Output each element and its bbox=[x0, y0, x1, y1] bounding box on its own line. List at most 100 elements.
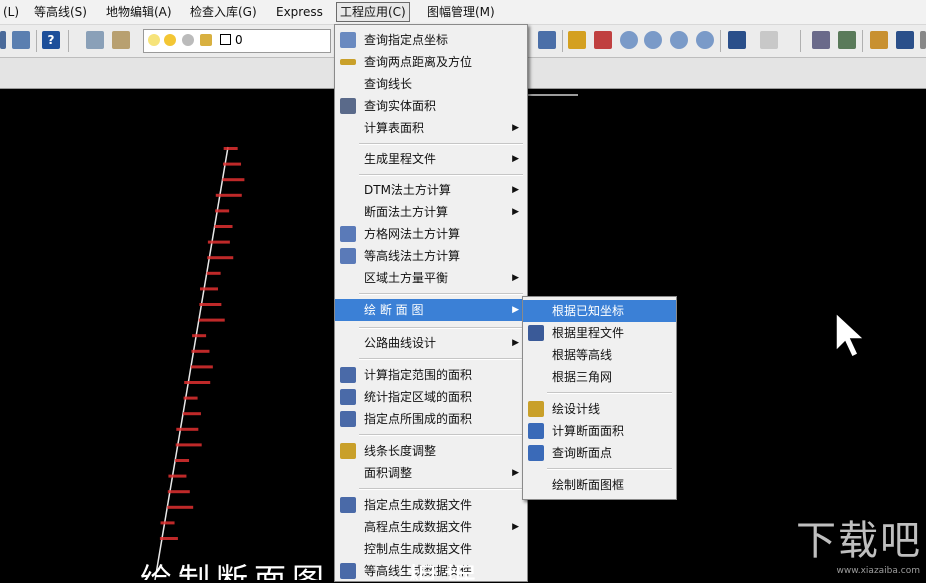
grid-icon[interactable] bbox=[838, 31, 856, 49]
zoom-realtime-icon[interactable] bbox=[620, 31, 638, 49]
ruler-icon bbox=[340, 59, 356, 65]
publish-icon[interactable] bbox=[12, 31, 30, 49]
color-swatch-icon bbox=[220, 34, 231, 45]
menu-control-data-file[interactable]: 控制点生成数据文件 bbox=[335, 538, 527, 560]
range-area-icon bbox=[340, 367, 356, 383]
zoom-window-icon[interactable] bbox=[644, 31, 662, 49]
help-icon[interactable]: ? bbox=[42, 31, 60, 49]
menu-query-distance-bearing[interactable]: 查询两点距离及方位 bbox=[335, 51, 527, 73]
submenu-arrow-icon: ▶ bbox=[512, 305, 519, 315]
elevation-point-label bbox=[175, 459, 190, 462]
bulb-icon bbox=[148, 34, 160, 46]
menu-bar: (L) 等高线(S) 地物编辑(A) 检查入库(G) Express 工程应用(… bbox=[0, 0, 926, 25]
submenu-arrow-icon: ▶ bbox=[512, 338, 519, 348]
menu-item-feature-edit[interactable]: 地物编辑(A) bbox=[103, 3, 175, 21]
submenu-by-known-coordinates[interactable]: 根据已知坐标 bbox=[523, 300, 676, 322]
design-line-icon bbox=[528, 401, 544, 417]
menu-stat-region-area[interactable]: 统计指定区域的面积 bbox=[335, 386, 527, 408]
menu-point-data-file[interactable]: 指定点生成数据文件 bbox=[335, 494, 527, 516]
menu-elevation-data-file[interactable]: 高程点生成数据文件 ▶ bbox=[335, 516, 527, 538]
sun-icon bbox=[164, 34, 176, 46]
elevation-point-label bbox=[191, 349, 210, 353]
menu-dtm-earthwork[interactable]: DTM法土方计算 ▶ bbox=[335, 179, 527, 201]
menu-calc-range-area[interactable]: 计算指定范围的面积 bbox=[335, 364, 527, 386]
menu-contour-earthwork[interactable]: 等高线法土方计算 bbox=[335, 245, 527, 267]
elevation-point-label bbox=[214, 225, 233, 228]
elevation-point-label bbox=[215, 209, 230, 213]
enclosed-area-icon bbox=[340, 411, 356, 427]
submenu-draw-design-line[interactable]: 绘设计线 bbox=[523, 398, 676, 420]
undo-icon[interactable] bbox=[728, 31, 746, 49]
elevation-point-label bbox=[176, 427, 199, 431]
submenu-by-mileage-file[interactable]: 根据里程文件 bbox=[523, 322, 676, 344]
pencil-icon[interactable] bbox=[568, 31, 586, 49]
elevation-point-label bbox=[207, 240, 230, 244]
elevation-point-label bbox=[167, 490, 190, 494]
menu-item-l[interactable]: (L) bbox=[0, 3, 22, 21]
line-adjust-icon bbox=[340, 443, 356, 459]
coordinate-icon bbox=[340, 32, 356, 48]
elevation-point-label bbox=[207, 256, 234, 260]
engineering-dropdown-menu: 查询指定点坐标 查询两点距离及方位 查询线长 查询实体面积 计算表面积 ▶ 生成里… bbox=[334, 24, 528, 582]
menu-query-point-coordinate[interactable]: 查询指定点坐标 bbox=[335, 29, 527, 51]
draw-section-submenu: 根据已知坐标 根据里程文件 根据等高线 根据三角网 绘设计线 计算断面面积 查询… bbox=[522, 296, 677, 500]
layer-dropdown[interactable]: 0 bbox=[143, 29, 331, 53]
toolbar-icon-partial-right[interactable] bbox=[920, 31, 926, 49]
elevation-points bbox=[159, 147, 245, 540]
layer-state-icon[interactable] bbox=[112, 31, 130, 49]
data-file-icon bbox=[340, 497, 356, 513]
submenu-arrow-icon: ▶ bbox=[512, 468, 519, 478]
menu-generate-mileage-file[interactable]: 生成里程文件 ▶ bbox=[335, 148, 527, 170]
submenu-arrow-icon: ▶ bbox=[512, 207, 519, 217]
menu-line-length-adjust[interactable]: 线条长度调整 bbox=[335, 440, 527, 462]
layer-manager-icon[interactable] bbox=[86, 31, 104, 49]
submenu-arrow-icon: ▶ bbox=[512, 185, 519, 195]
zoom-previous-icon[interactable] bbox=[696, 31, 714, 49]
submenu-calc-section-area[interactable]: 计算断面面积 bbox=[523, 420, 676, 442]
elevation-point-label bbox=[175, 443, 202, 447]
menu-item-engineering[interactable]: 工程应用(C) bbox=[336, 2, 410, 22]
tool-icon[interactable] bbox=[812, 31, 830, 49]
menu-item-express[interactable]: Express bbox=[273, 3, 326, 21]
elevation-point-label bbox=[182, 412, 201, 416]
redo-icon[interactable] bbox=[760, 31, 778, 49]
menu-query-line-length[interactable]: 查询线长 bbox=[335, 73, 527, 95]
submenu-arrow-icon: ▶ bbox=[512, 154, 519, 164]
submenu-arrow-icon: ▶ bbox=[512, 273, 519, 283]
mileage-file-icon bbox=[528, 325, 544, 341]
submenu-by-tin[interactable]: 根据三角网 bbox=[523, 366, 676, 388]
save-icon[interactable] bbox=[538, 31, 556, 49]
section-point-icon bbox=[528, 445, 544, 461]
submenu-by-contours[interactable]: 根据等高线 bbox=[523, 344, 676, 366]
submenu-arrow-icon: ▶ bbox=[512, 123, 519, 133]
menu-area-adjust[interactable]: 面积调整 ▶ bbox=[335, 462, 527, 484]
menu-points-enclosed-area[interactable]: 指定点所围成的面积 bbox=[335, 408, 527, 430]
menu-grid-earthwork[interactable]: 方格网法土方计算 bbox=[335, 223, 527, 245]
mouse-cursor-icon bbox=[835, 311, 866, 359]
section-area-icon bbox=[528, 423, 544, 439]
menu-road-curve-design[interactable]: 公路曲线设计 ▶ bbox=[335, 332, 527, 354]
menu-item-check-import[interactable]: 检查入库(G) bbox=[187, 3, 260, 21]
elevation-point-label bbox=[168, 474, 187, 478]
submenu-query-section-point[interactable]: 查询断面点 bbox=[523, 442, 676, 464]
elevation-point-label bbox=[198, 318, 225, 322]
menu-query-entity-area[interactable]: 查询实体面积 bbox=[335, 95, 527, 117]
toolbar-icon-partial[interactable] bbox=[0, 31, 6, 49]
menu-item-sheet-management[interactable]: 图幅管理(M) bbox=[424, 3, 498, 21]
area-icon bbox=[340, 98, 356, 114]
menu-item-contours[interactable]: 等高线(S) bbox=[31, 3, 90, 21]
zoom-in-icon[interactable] bbox=[670, 31, 688, 49]
menu-surface-area[interactable]: 计算表面积 ▶ bbox=[335, 117, 527, 139]
elevation-point-label bbox=[160, 521, 175, 525]
video-caption: 绘制断面图……根据 bbox=[140, 561, 483, 580]
menu-regional-balance[interactable]: 区域土方量平衡 ▶ bbox=[335, 267, 527, 289]
match-properties-icon[interactable] bbox=[594, 31, 612, 49]
brush-icon[interactable] bbox=[870, 31, 888, 49]
menu-draw-section[interactable]: 绘 断 面 图 ▶ bbox=[335, 299, 527, 321]
submenu-draw-section-frame[interactable]: 绘制断面图框 bbox=[523, 474, 676, 496]
elevation-point-label bbox=[223, 162, 242, 166]
lock-icon bbox=[200, 34, 212, 46]
menu-section-earthwork[interactable]: 断面法土方计算 ▶ bbox=[335, 201, 527, 223]
pan-icon[interactable] bbox=[896, 31, 914, 49]
watermark-url: www.xiazaiba.com bbox=[836, 566, 920, 576]
